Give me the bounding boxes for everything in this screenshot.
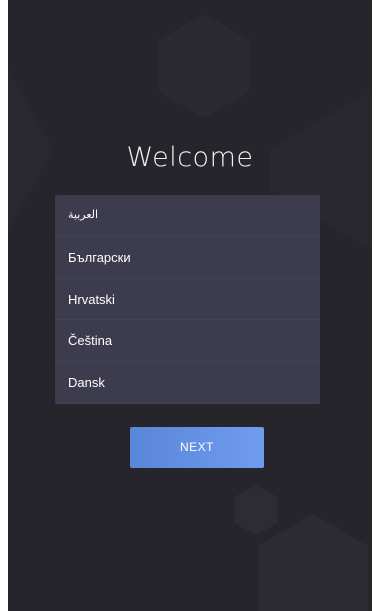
language-option-czech[interactable]: Čeština xyxy=(55,320,320,362)
welcome-title: Welcome xyxy=(126,142,254,173)
next-button[interactable]: NEXT xyxy=(130,427,264,468)
language-option-arabic[interactable]: العربية xyxy=(55,195,320,237)
language-option-croatian[interactable]: Hrvatski xyxy=(55,279,320,321)
language-option-bulgarian[interactable]: Български xyxy=(55,237,320,279)
language-option-danish[interactable]: Dansk xyxy=(55,362,320,404)
language-list: العربية Български Hrvatski Čeština Dansk xyxy=(55,195,320,404)
welcome-screen: Welcome العربية Български Hrvatski Češti… xyxy=(8,0,372,611)
